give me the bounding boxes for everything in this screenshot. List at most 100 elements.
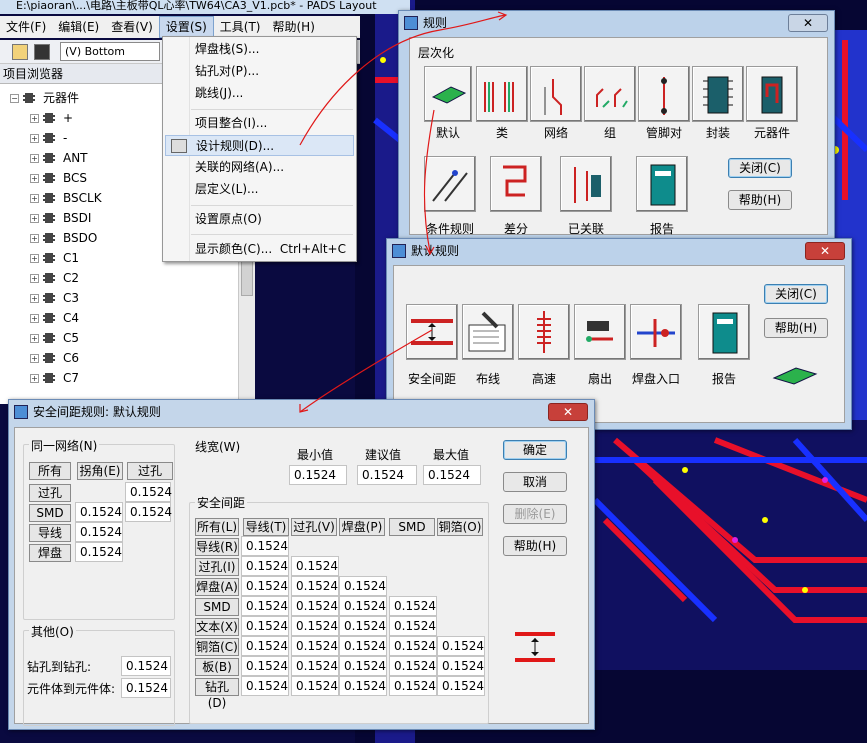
clearance-row-text[interactable]: 文本(X) bbox=[195, 618, 239, 636]
clearance-row-copper[interactable]: 铜箔(C) bbox=[195, 638, 239, 656]
same-net-trace-all[interactable]: 0.1524 bbox=[75, 522, 123, 542]
rules-component-button[interactable] bbox=[746, 66, 798, 122]
rules-close-button[interactable]: 关闭(C) bbox=[728, 158, 792, 178]
clearance-row-drill[interactable]: 钻孔(D) bbox=[195, 678, 239, 710]
clearance-cell[interactable]: 0.1524 bbox=[291, 556, 339, 576]
clearance-cell[interactable]: 0.1524 bbox=[241, 676, 289, 696]
rules-class-button[interactable] bbox=[476, 66, 528, 122]
clearance-cell[interactable]: 0.1524 bbox=[389, 596, 437, 616]
same-net-pad-row[interactable]: 焊盘 bbox=[29, 544, 71, 562]
clearance-cell[interactable]: 0.1524 bbox=[389, 616, 437, 636]
default-rules-help-button[interactable]: 帮助(H) bbox=[764, 318, 828, 338]
rules-report-button[interactable] bbox=[636, 156, 688, 212]
menu-tools[interactable]: 工具(T) bbox=[214, 17, 267, 37]
tree-item[interactable]: + BCS bbox=[30, 168, 87, 188]
drill-to-drill-field[interactable]: 0.1524 bbox=[121, 656, 171, 676]
same-net-smd-all[interactable]: 0.1524 bbox=[75, 502, 123, 522]
tree-item[interactable]: + BSDO bbox=[30, 228, 97, 248]
clearance-cell[interactable]: 0.1524 bbox=[437, 636, 485, 656]
delete-button[interactable]: 删除(E) bbox=[503, 504, 567, 524]
clearance-help-button[interactable]: 帮助(H) bbox=[503, 536, 567, 556]
menu-file[interactable]: 文件(F) bbox=[0, 17, 52, 37]
clearance-cell[interactable]: 0.1524 bbox=[241, 616, 289, 636]
same-net-via-header-button[interactable]: 过孔 bbox=[127, 462, 173, 480]
clearance-cell[interactable]: 0.1524 bbox=[437, 676, 485, 696]
clearance-cell[interactable]: 0.1524 bbox=[389, 636, 437, 656]
rules-help-button[interactable]: 帮助(H) bbox=[728, 190, 792, 210]
clearance-row-board[interactable]: 板(B) bbox=[195, 658, 239, 676]
tree-item[interactable]: + - bbox=[30, 128, 67, 148]
clearance-row-via[interactable]: 过孔(I) bbox=[195, 558, 239, 576]
rules-decal-button[interactable] bbox=[692, 66, 744, 122]
tree-item[interactable]: + C2 bbox=[30, 268, 79, 288]
rules-close-x-button[interactable]: ✕ bbox=[788, 14, 828, 32]
clearance-pad-column[interactable]: 焊盘(P) bbox=[339, 518, 385, 536]
same-net-pad-all[interactable]: 0.1524 bbox=[75, 542, 123, 562]
clearance-row-smd[interactable]: SMD bbox=[195, 598, 239, 616]
menu-item-drill-pairs[interactable]: 钻孔对(P)... bbox=[165, 61, 354, 82]
clearance-cell[interactable]: 0.1524 bbox=[291, 616, 339, 636]
menu-item-display-colors[interactable]: 显示颜色(C)... Ctrl+Alt+C bbox=[165, 239, 354, 260]
same-net-via-row[interactable]: 过孔 bbox=[29, 484, 71, 502]
menu-item-set-origin[interactable]: 设置原点(O) bbox=[165, 209, 354, 230]
same-net-trace-row[interactable]: 导线 bbox=[29, 524, 71, 542]
menu-item-project-integrity[interactable]: 项目整合(I)... bbox=[165, 113, 354, 134]
tree-root[interactable]: − 元器件 bbox=[10, 88, 79, 108]
clearance-cell[interactable]: 0.1524 bbox=[339, 616, 387, 636]
same-net-smd-row[interactable]: SMD bbox=[29, 504, 71, 522]
tree-item[interactable]: + BSDI bbox=[30, 208, 91, 228]
clearance-cell[interactable]: 0.1524 bbox=[291, 636, 339, 656]
clearance-cell[interactable]: 0.1524 bbox=[241, 636, 289, 656]
same-net-smd-via[interactable]: 0.1524 bbox=[125, 502, 172, 522]
tree-item[interactable]: + C4 bbox=[30, 308, 79, 328]
clearance-cell[interactable]: 0.1524 bbox=[339, 636, 387, 656]
high-speed-button[interactable] bbox=[518, 304, 570, 360]
same-net-all-button[interactable]: 所有 bbox=[29, 462, 71, 480]
clearance-row-trace[interactable]: 导线(R) bbox=[195, 538, 239, 556]
default-rules-close-x-button[interactable]: ✕ bbox=[805, 242, 845, 260]
same-net-corner-button[interactable]: 拐角(E) bbox=[77, 462, 123, 480]
rules-pin-pairs-button[interactable] bbox=[638, 66, 690, 122]
routing-button[interactable] bbox=[462, 304, 514, 360]
tree-item[interactable]: + BSCLK bbox=[30, 188, 102, 208]
clearance-cell[interactable]: 0.1524 bbox=[339, 656, 387, 676]
rules-conditional-button[interactable] bbox=[424, 156, 476, 212]
clearance-via-column[interactable]: 过孔(V) bbox=[291, 518, 337, 536]
clearance-cell[interactable]: 0.1524 bbox=[241, 536, 289, 556]
collapse-icon[interactable]: − bbox=[10, 93, 19, 103]
tree-item[interactable]: + C5 bbox=[30, 328, 79, 348]
tree-item[interactable]: + C7 bbox=[30, 368, 79, 388]
cancel-button[interactable]: 取消 bbox=[503, 472, 567, 492]
clearance-cell[interactable]: 0.1524 bbox=[339, 576, 387, 596]
tree-item[interactable]: + ANT bbox=[30, 148, 88, 168]
tree-item[interactable]: + + bbox=[30, 108, 73, 128]
clearance-cell[interactable]: 0.1524 bbox=[389, 656, 437, 676]
menu-item-associated-nets[interactable]: 关联的网络(A)... bbox=[165, 157, 354, 178]
menu-item-layer-definition[interactable]: 层定义(L)... bbox=[165, 179, 354, 200]
menu-item-jumpers[interactable]: 跳线(J)... bbox=[165, 83, 354, 104]
save-icon[interactable] bbox=[34, 44, 50, 60]
menu-view[interactable]: 查看(V) bbox=[105, 17, 159, 37]
clearance-button[interactable] bbox=[406, 304, 458, 360]
pad-entry-button[interactable] bbox=[630, 304, 682, 360]
trace-width-min-field[interactable]: 0.1524 bbox=[289, 465, 347, 485]
menu-edit[interactable]: 编辑(E) bbox=[52, 17, 105, 37]
clearance-copper-column[interactable]: 铜箔(O) bbox=[437, 518, 483, 536]
default-rules-close-button[interactable]: 关闭(C) bbox=[764, 284, 828, 304]
clearance-cell[interactable]: 0.1524 bbox=[241, 596, 289, 616]
clearance-cell[interactable]: 0.1524 bbox=[291, 676, 339, 696]
menu-setup[interactable]: 设置(S) bbox=[158, 16, 214, 38]
layer-select[interactable]: (V) Bottom bbox=[60, 42, 160, 61]
trace-width-rec-field[interactable]: 0.1524 bbox=[357, 465, 417, 485]
trace-width-max-field[interactable]: 0.1524 bbox=[423, 465, 481, 485]
menu-help[interactable]: 帮助(H) bbox=[267, 17, 321, 37]
clearance-cell[interactable]: 0.1524 bbox=[241, 556, 289, 576]
clearance-cell[interactable]: 0.1524 bbox=[339, 596, 387, 616]
clearance-cell[interactable]: 0.1524 bbox=[241, 576, 289, 596]
open-folder-icon[interactable] bbox=[12, 44, 28, 60]
rules-associated-button[interactable] bbox=[560, 156, 612, 212]
rules-net-button[interactable] bbox=[530, 66, 582, 122]
clearance-close-x-button[interactable]: ✕ bbox=[548, 403, 588, 421]
tree-item[interactable]: + C6 bbox=[30, 348, 79, 368]
same-net-via-via[interactable]: 0.1524 bbox=[125, 482, 172, 502]
